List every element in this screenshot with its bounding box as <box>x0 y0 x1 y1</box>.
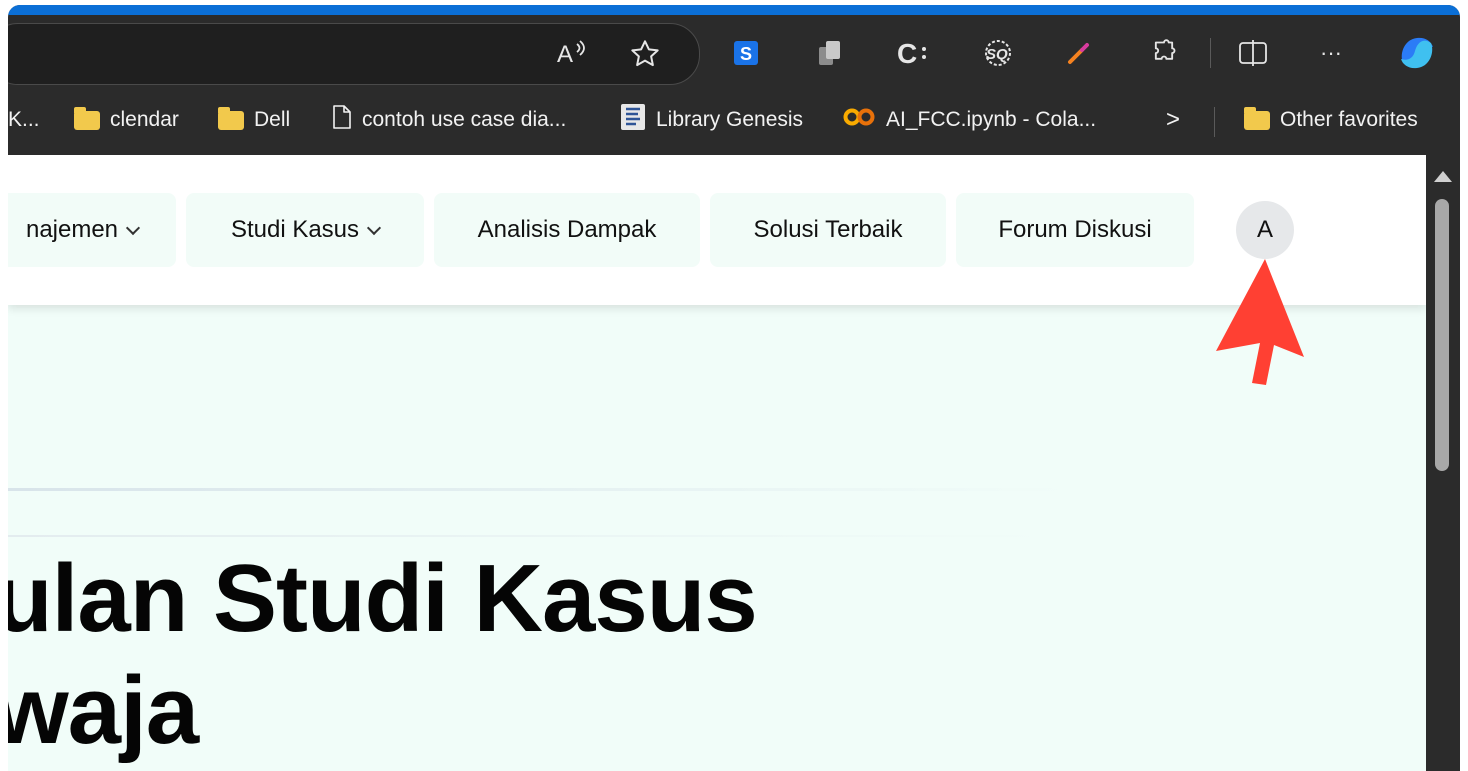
nav-item-analisis-dampak[interactable]: Analisis Dampak <box>434 193 700 267</box>
folder-icon <box>218 106 244 130</box>
toolbar-separator <box>1210 38 1211 68</box>
bookmark-label: Dell <box>254 108 291 131</box>
hero-heading-line: waja <box>8 657 199 764</box>
nav-item-label: najemen <box>25 216 119 243</box>
site-navbar: najemen Studi Kasus Analisis Dampak Solu… <box>8 155 1426 305</box>
nav-item-label: Solusi Terbaik <box>753 216 903 243</box>
bookmark-contoh-use-case[interactable]: contoh use case dia... <box>332 103 566 137</box>
document-icon <box>332 104 352 136</box>
web-page: najemen Studi Kasus Analisis Dampak Solu… <box>8 155 1426 771</box>
scroll-up-arrow-icon[interactable] <box>1434 171 1452 182</box>
scrollbar-thumb[interactable] <box>1435 199 1449 471</box>
nav-item-manajemen[interactable]: najemen <box>8 193 176 267</box>
nav-item-forum-diskusi[interactable]: Forum Diskusi <box>956 193 1194 267</box>
red-arrow-annotation <box>1216 259 1304 385</box>
svg-text:C: C <box>897 38 917 68</box>
bookmark-library-genesis[interactable]: Library Genesis <box>620 103 803 137</box>
user-avatar-button[interactable]: A <box>1236 201 1294 259</box>
split-screen-icon[interactable] <box>1236 35 1270 71</box>
bookmarks-separator <box>1214 107 1215 137</box>
extension-copy-icon[interactable] <box>814 35 846 71</box>
copilot-icon[interactable] <box>1394 35 1440 71</box>
bookmark-truncated[interactable]: K... <box>8 103 40 137</box>
extension-c-icon[interactable]: C <box>896 35 932 71</box>
nav-item-solusi-terbaik[interactable]: Solusi Terbaik <box>710 193 946 267</box>
color-picker-icon[interactable] <box>1064 35 1094 71</box>
avatar-initial: A <box>1256 216 1273 243</box>
more-options-icon[interactable]: ··· <box>1314 35 1348 71</box>
svg-text:A: A <box>557 41 573 68</box>
read-aloud-icon[interactable]: A <box>555 38 589 74</box>
bookmark-label: Library Genesis <box>656 108 804 131</box>
nav-item-studi-kasus[interactable]: Studi Kasus <box>186 193 424 267</box>
divider-line <box>8 488 1068 491</box>
bookmarks-overflow-button[interactable]: > <box>1166 103 1180 137</box>
bookmark-clendar[interactable]: clendar <box>74 103 179 137</box>
address-bar[interactable]: A <box>8 23 700 85</box>
svg-text:S: S <box>740 44 752 64</box>
vertical-scrollbar[interactable] <box>1426 155 1460 771</box>
bookmark-dell[interactable]: Dell <box>218 103 290 137</box>
favorite-star-icon[interactable] <box>629 38 661 76</box>
hero-heading: ulan Studi Kasus waja <box>8 543 758 767</box>
svg-text:SQ: SQ <box>986 46 1008 63</box>
browser-window: A S C SQ ··· K... clendar Dell contoh us… <box>8 5 1460 771</box>
extensions-puzzle-icon[interactable] <box>1148 35 1180 71</box>
divider-line <box>8 535 1048 537</box>
bookmark-label: Other favorites <box>1280 108 1418 131</box>
nav-item-label: Analisis Dampak <box>477 216 657 243</box>
extension-s-icon[interactable]: S <box>730 35 762 71</box>
bookmark-ai-fcc-colab[interactable]: AI_FCC.ipynb - Cola... <box>842 103 1096 137</box>
folder-icon <box>74 106 100 130</box>
chevron-down-icon <box>366 220 382 235</box>
library-genesis-icon <box>620 103 646 137</box>
nav-item-label: Studi Kasus <box>230 216 360 243</box>
hero-heading-line: ulan Studi Kasus <box>8 545 758 652</box>
colab-icon <box>842 107 876 133</box>
bookmark-other-favorites[interactable]: Other favorites <box>1244 103 1418 137</box>
nav-item-label: Forum Diskusi <box>998 216 1152 243</box>
bookmark-label: AI_FCC.ipynb - Cola... <box>886 108 1097 131</box>
bookmark-label: clendar <box>110 108 179 131</box>
chevron-right-icon: > <box>1166 106 1181 133</box>
folder-icon <box>1244 106 1270 130</box>
bookmark-label: contoh use case dia... <box>362 108 567 131</box>
bookmark-label: K... <box>8 108 40 131</box>
extension-sq-icon[interactable]: SQ <box>980 35 1016 71</box>
window-accent-bar <box>8 5 1460 15</box>
chevron-down-icon <box>125 220 141 235</box>
